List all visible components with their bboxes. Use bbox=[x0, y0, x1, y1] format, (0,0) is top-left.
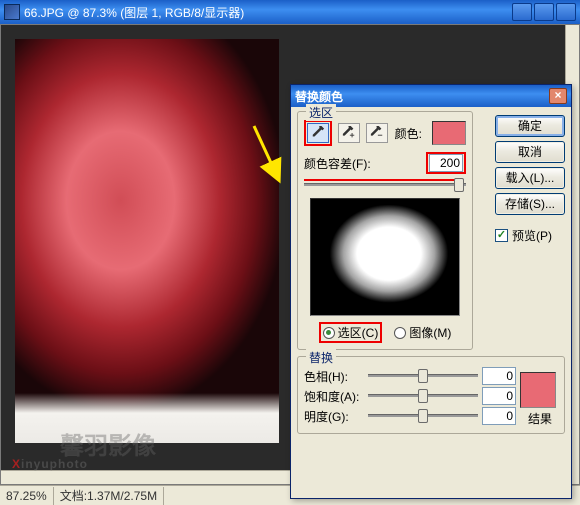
eyedropper-plus-icon bbox=[342, 126, 356, 140]
selection-group-title: 选区 bbox=[306, 104, 336, 121]
dialog-close-button[interactable]: × bbox=[549, 88, 567, 104]
photoshop-window: 66.JPG @ 87.3% (图层 1, RGB/8/显示器) 87.25% … bbox=[0, 0, 580, 505]
saturation-slider[interactable] bbox=[368, 388, 478, 404]
hue-input[interactable] bbox=[482, 367, 516, 385]
radio-selection-dot bbox=[323, 327, 335, 339]
hue-slider[interactable] bbox=[368, 368, 478, 384]
fuzziness-label: 颜色容差(F): bbox=[304, 155, 371, 172]
eyedropper-sub-button[interactable] bbox=[366, 123, 388, 143]
fuzziness-slider[interactable] bbox=[304, 176, 466, 194]
app-icon bbox=[4, 4, 20, 20]
result-swatch[interactable] bbox=[520, 372, 556, 408]
replace-group: 替换 色相(H): 饱和度(A): 明度(G): bbox=[297, 356, 565, 434]
result-label: 结果 bbox=[520, 410, 560, 427]
close-button[interactable] bbox=[556, 3, 576, 21]
maximize-button[interactable] bbox=[534, 3, 554, 21]
saturation-label: 饱和度(A): bbox=[304, 388, 364, 405]
eyedropper-icon bbox=[311, 126, 325, 140]
replace-group-title: 替换 bbox=[306, 349, 336, 366]
selection-group: 选区 颜色: bbox=[297, 111, 473, 350]
minimize-button[interactable] bbox=[512, 3, 532, 21]
saturation-input[interactable] bbox=[482, 387, 516, 405]
eyedropper-add-button[interactable] bbox=[338, 123, 360, 143]
replace-color-dialog: 替换颜色 × 确定 取消 载入(L)... 存储(S)... ✓ 预览(P) 选… bbox=[290, 84, 572, 499]
radio-image[interactable]: 图像(M) bbox=[394, 322, 451, 343]
lightness-label: 明度(G): bbox=[304, 408, 364, 425]
color-label: 颜色: bbox=[395, 125, 422, 142]
dialog-title: 替换颜色 bbox=[295, 88, 549, 105]
radio-image-dot bbox=[394, 327, 406, 339]
eyedropper-minus-icon bbox=[370, 126, 384, 140]
eyedropper-button[interactable] bbox=[307, 123, 329, 143]
main-titlebar[interactable]: 66.JPG @ 87.3% (图层 1, RGB/8/显示器) bbox=[0, 0, 580, 24]
zoom-level[interactable]: 87.25% bbox=[0, 487, 54, 505]
doc-size: 文档:1.37M/2.75M bbox=[54, 487, 164, 505]
annotation-redline bbox=[304, 179, 458, 181]
canvas-image[interactable] bbox=[15, 39, 279, 443]
selection-preview[interactable] bbox=[310, 198, 460, 316]
watermark-en: Xinyuphoto bbox=[12, 443, 88, 475]
color-swatch[interactable] bbox=[432, 121, 466, 145]
window-title: 66.JPG @ 87.3% (图层 1, RGB/8/显示器) bbox=[24, 4, 512, 21]
radio-selection[interactable]: 选区(C) bbox=[323, 324, 379, 341]
fuzziness-input[interactable] bbox=[429, 154, 463, 172]
lightness-slider[interactable] bbox=[368, 408, 478, 424]
lightness-input[interactable] bbox=[482, 407, 516, 425]
hue-label: 色相(H): bbox=[304, 368, 364, 385]
